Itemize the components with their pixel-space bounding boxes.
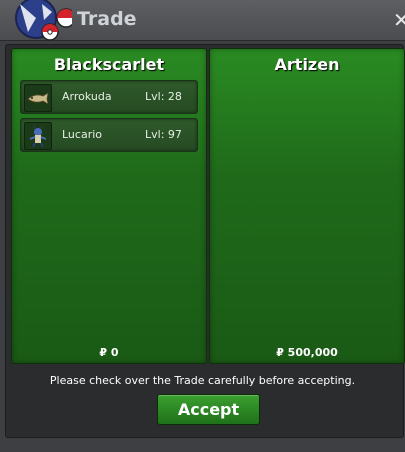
window-title: Trade bbox=[77, 8, 137, 30]
money-offer-left: ₽ 0 bbox=[99, 346, 119, 359]
lucario-sprite-icon bbox=[24, 122, 52, 150]
pokemon-level: Lvl: 28 bbox=[145, 90, 182, 103]
pokemon-level: Lvl: 97 bbox=[145, 128, 182, 141]
offer-panel-right: Artizen ₽ 500,000 bbox=[209, 48, 405, 364]
money-offer-right: ₽ 500,000 bbox=[276, 346, 338, 359]
pokemon-name: Lucario bbox=[62, 128, 103, 141]
trainer-name-right: Artizen bbox=[274, 55, 340, 74]
title-bar[interactable]: Trade ✕ bbox=[0, 0, 405, 41]
arrokuda-sprite-icon bbox=[24, 84, 52, 112]
trainer-name-left: Blackscarlet bbox=[53, 55, 165, 74]
close-icon[interactable]: ✕ bbox=[393, 8, 405, 32]
pokeball-logo-icon bbox=[15, 0, 72, 41]
pokemon-name: Arrokuda bbox=[62, 90, 112, 103]
accept-button[interactable]: Accept bbox=[157, 394, 260, 425]
trade-window: Trade ✕ Blackscarlet Arrokuda Lvl: 28 Lu… bbox=[0, 0, 405, 452]
offer-panel-left: Blackscarlet Arrokuda Lvl: 28 Lucario Lv… bbox=[11, 48, 207, 364]
pokemon-slot[interactable]: Arrokuda Lvl: 28 bbox=[20, 80, 198, 114]
trade-notice: Please check over the Trade carefully be… bbox=[49, 374, 356, 387]
pokemon-slot[interactable]: Lucario Lvl: 97 bbox=[20, 118, 198, 152]
